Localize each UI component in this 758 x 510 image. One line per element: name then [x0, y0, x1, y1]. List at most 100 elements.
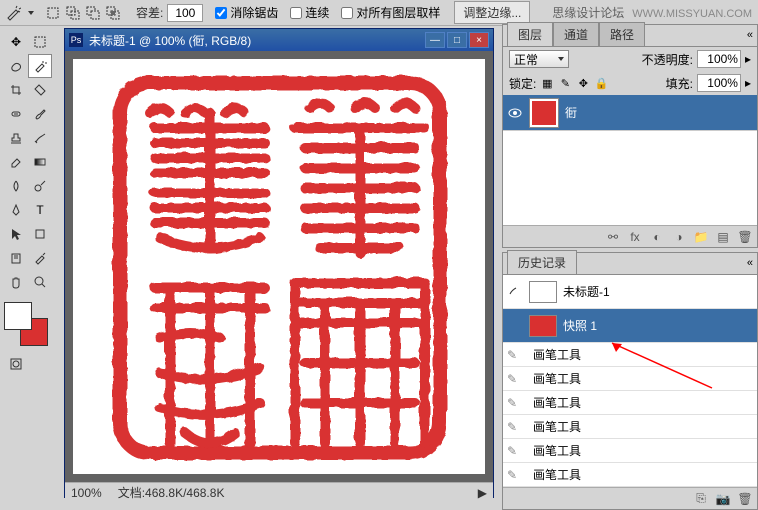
- lock-paint-icon[interactable]: ✎: [558, 76, 572, 90]
- opacity-label: 不透明度:: [642, 51, 693, 68]
- status-arrow-icon[interactable]: ▶: [478, 486, 487, 500]
- tolerance-label: 容差:: [136, 4, 163, 21]
- new-document-icon[interactable]: ⎘: [693, 491, 709, 507]
- history-brush-tool[interactable]: [28, 126, 52, 150]
- layers-panel: 图层 通道 路径 « 正常 不透明度: ▸ 锁定: ▦ ✎ ✥ 🔒 填充: ▸ …: [502, 24, 758, 248]
- history-row[interactable]: ✎画笔工具: [503, 391, 757, 415]
- magic-wand-icon: [4, 4, 22, 22]
- layer-name: 衐: [565, 104, 577, 121]
- tab-paths[interactable]: 路径: [599, 22, 645, 46]
- eraser-tool[interactable]: [4, 150, 28, 174]
- selection-intersect-icon[interactable]: [104, 4, 122, 22]
- hand-tool[interactable]: [4, 270, 28, 294]
- history-item-label: 画笔工具: [533, 370, 581, 387]
- layer-row[interactable]: 衐: [503, 95, 757, 131]
- fill-label: 填充:: [666, 75, 693, 92]
- eyedropper-tool[interactable]: [28, 246, 52, 270]
- history-item-label: 快照 1: [563, 317, 597, 334]
- history-source-icon[interactable]: [507, 283, 523, 300]
- quickmask-toggle[interactable]: [4, 352, 28, 376]
- lock-position-icon[interactable]: ✥: [576, 76, 590, 90]
- history-row[interactable]: ✎画笔工具: [503, 463, 757, 487]
- zoom-value[interactable]: 100%: [71, 486, 102, 500]
- layers-list: 衐: [503, 95, 757, 225]
- history-item-label: 画笔工具: [533, 442, 581, 459]
- selection-add-icon[interactable]: [64, 4, 82, 22]
- minimize-button[interactable]: —: [425, 32, 445, 48]
- tolerance-input[interactable]: [167, 4, 203, 22]
- eye-icon[interactable]: [507, 105, 523, 121]
- document-title: 未标题-1 @ 100% (衐, RGB/8): [89, 32, 425, 49]
- dodge-tool[interactable]: [28, 174, 52, 198]
- layer-thumbnail[interactable]: [529, 98, 559, 128]
- marquee-tool[interactable]: [28, 30, 52, 54]
- fx-icon[interactable]: fx: [627, 229, 643, 245]
- slice-tool[interactable]: [28, 78, 52, 102]
- seal-artwork: [109, 72, 449, 462]
- link-icon[interactable]: ⚯: [605, 229, 621, 245]
- lock-transparent-icon[interactable]: ▦: [540, 76, 554, 90]
- close-button[interactable]: ×: [469, 32, 489, 48]
- blend-mode-select[interactable]: 正常: [509, 50, 569, 68]
- tool-palette: ✥ T: [2, 28, 54, 378]
- fill-arrow-icon[interactable]: ▸: [745, 76, 751, 90]
- panel-collapse-icon[interactable]: «: [747, 257, 753, 269]
- antialias-checkbox[interactable]: 消除锯齿: [215, 4, 278, 21]
- document-canvas[interactable]: [73, 59, 485, 474]
- tab-history[interactable]: 历史记录: [507, 250, 577, 274]
- crop-tool[interactable]: [4, 78, 28, 102]
- pen-tool[interactable]: [4, 198, 28, 222]
- adjustment-icon[interactable]: ◑: [671, 229, 687, 245]
- blur-tool[interactable]: [4, 174, 28, 198]
- brush-icon: ✎: [507, 348, 527, 362]
- folder-icon[interactable]: 📁: [693, 229, 709, 245]
- trash-icon[interactable]: 🗑: [737, 491, 753, 507]
- brush-tool[interactable]: [28, 102, 52, 126]
- foreground-color[interactable]: [4, 302, 32, 330]
- history-item-label: 未标题-1: [563, 283, 610, 300]
- document-statusbar: 100% 文档:468.8K/468.8K ▶: [65, 482, 493, 502]
- move-tool[interactable]: ✥: [4, 30, 28, 54]
- new-layer-icon[interactable]: ▤: [715, 229, 731, 245]
- snapshot-icon[interactable]: 📷: [715, 491, 731, 507]
- magic-wand-tool[interactable]: [28, 54, 52, 78]
- lock-all-icon[interactable]: 🔒: [594, 76, 608, 90]
- lasso-tool[interactable]: [4, 54, 28, 78]
- color-swatch[interactable]: [4, 302, 48, 346]
- trash-icon[interactable]: 🗑: [737, 229, 753, 245]
- maximize-button[interactable]: □: [447, 32, 467, 48]
- brush-icon: ✎: [507, 372, 527, 386]
- history-row[interactable]: ✎ 画笔工具: [503, 367, 757, 391]
- document-window: Ps 未标题-1 @ 100% (衐, RGB/8) — □ ×: [64, 28, 494, 498]
- sample-all-checkbox[interactable]: 对所有图层取样: [341, 4, 440, 21]
- shape-tool[interactable]: [28, 222, 52, 246]
- gradient-tool[interactable]: [28, 150, 52, 174]
- tab-channels[interactable]: 通道: [553, 22, 599, 46]
- fill-input[interactable]: [697, 74, 741, 92]
- stamp-tool[interactable]: [4, 126, 28, 150]
- type-tool[interactable]: T: [28, 198, 52, 222]
- history-row[interactable]: ✎画笔工具: [503, 343, 757, 367]
- zoom-tool[interactable]: [28, 270, 52, 294]
- history-thumbnail: [529, 315, 557, 337]
- history-row[interactable]: ✎画笔工具: [503, 439, 757, 463]
- history-item-label: 画笔工具: [533, 394, 581, 411]
- history-panel: 历史记录 « 未标题-1 快照 1 ✎画笔工具 ✎画笔工具 ✎画笔工具 ✎画笔工…: [502, 252, 758, 510]
- history-row[interactable]: 快照 1: [503, 309, 757, 343]
- brush-icon: ✎: [507, 420, 527, 434]
- history-row[interactable]: 未标题-1: [503, 275, 757, 309]
- panel-collapse-icon[interactable]: «: [747, 29, 753, 41]
- path-selection-tool[interactable]: [4, 222, 28, 246]
- opacity-input[interactable]: [697, 50, 741, 68]
- history-row[interactable]: ✎画笔工具: [503, 415, 757, 439]
- document-titlebar[interactable]: Ps 未标题-1 @ 100% (衐, RGB/8) — □ ×: [65, 29, 493, 51]
- notes-tool[interactable]: [4, 246, 28, 270]
- mask-icon[interactable]: ◐: [649, 229, 665, 245]
- opacity-arrow-icon[interactable]: ▸: [745, 52, 751, 66]
- selection-new-icon[interactable]: [44, 4, 62, 22]
- tab-layers[interactable]: 图层: [507, 22, 553, 46]
- contiguous-checkbox[interactable]: 连续: [290, 4, 329, 21]
- tool-preset-dropdown[interactable]: [28, 11, 34, 15]
- healing-tool[interactable]: [4, 102, 28, 126]
- selection-subtract-icon[interactable]: [84, 4, 102, 22]
